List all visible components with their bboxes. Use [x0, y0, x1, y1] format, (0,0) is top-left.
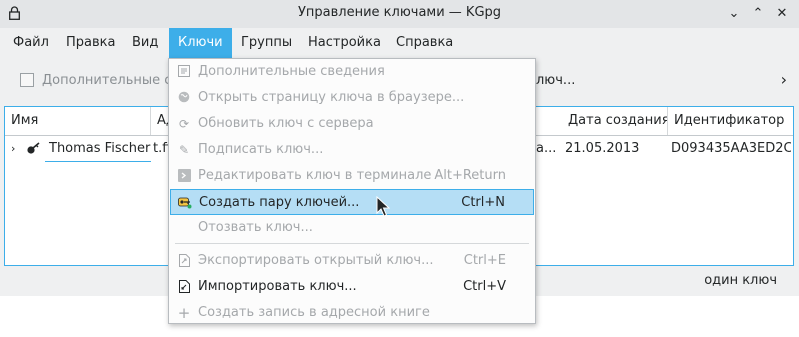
menu-bar: Файл Правка Вид Ключи Группы Настройка С… [0, 28, 799, 58]
menu-item-create-address-book-entry[interactable]: + Создать запись в адресной книге [170, 300, 534, 326]
menu-file[interactable]: Файл [4, 28, 58, 58]
menu-item-refresh-from-server[interactable]: ⟳ Обновить ключ с сервера [170, 111, 534, 137]
menu-item-sign-key[interactable]: ✎ Подписать ключ... [170, 137, 534, 163]
menu-separator [175, 243, 529, 244]
globe-icon [177, 91, 191, 105]
column-header-id[interactable]: Идентификатор [668, 107, 793, 135]
key-pair-icon [27, 142, 40, 154]
key-created-cell[interactable]: 21.05.2013 [565, 136, 665, 162]
title-bar: Управление ключами — KGpg ⌄ ⌃ ✕ [0, 0, 799, 28]
properties-icon [20, 73, 34, 87]
status-key-count: один ключ [704, 273, 777, 288]
terminal-icon [177, 169, 191, 183]
toolbar-generate-key-label: люч... [536, 73, 576, 88]
window-title: Управление ключами — KGpg [297, 5, 502, 20]
menu-item-generate-key-pair[interactable]: Создать пару ключей... Ctrl+N [170, 189, 534, 215]
toolbar-overflow-chevron-icon[interactable]: › [781, 70, 787, 89]
maximize-button[interactable]: ⌃ [747, 3, 769, 25]
toolbar-properties-label: Дополнительные све [42, 73, 188, 88]
export-icon [177, 254, 191, 268]
expand-chevron-icon[interactable]: › [11, 136, 21, 162]
menu-groups[interactable]: Группы [232, 28, 301, 58]
mouse-cursor-icon [376, 196, 390, 217]
column-header-created[interactable]: Дата создания [562, 107, 668, 135]
plus-icon: + [177, 304, 191, 322]
menu-item-open-in-browser[interactable]: Открыть страницу ключа в браузере... [170, 85, 534, 111]
close-button[interactable]: ✕ [771, 3, 793, 25]
toolbar-properties-button[interactable]: Дополнительные све [20, 70, 187, 92]
keys-dropdown-menu: Дополнительные сведения Открыть страницу… [168, 58, 536, 324]
column-header-name[interactable]: Имя [5, 107, 151, 135]
key-trust-cell[interactable]: a... [536, 136, 562, 162]
menu-edit[interactable]: Правка [57, 28, 124, 58]
key-pair-icon [178, 196, 192, 210]
import-icon [177, 280, 191, 294]
menu-keys[interactable]: Ключи [169, 28, 232, 58]
menu-item-export-public-key[interactable]: Экспортировать открытый ключ... Ctrl+E [170, 248, 534, 274]
menu-help[interactable]: Справка [387, 28, 462, 58]
properties-icon [177, 65, 191, 79]
toolbar-generate-key-button[interactable]: люч... [536, 70, 575, 92]
pen-icon: ✎ [178, 143, 190, 157]
menu-settings[interactable]: Настройка [299, 28, 390, 58]
menu-item-key-properties[interactable]: Дополнительные сведения [170, 59, 534, 85]
menu-view[interactable]: Вид [123, 28, 167, 58]
minimize-button[interactable]: ⌄ [723, 3, 745, 25]
key-id-cell[interactable]: D093435AA3ED2C... [671, 136, 791, 162]
menu-item-edit-in-terminal[interactable]: Редактировать ключ в терминале Alt+Retur… [170, 163, 534, 189]
refresh-icon: ⟳ [178, 117, 190, 131]
key-name-cell[interactable]: Thomas Fischer [45, 136, 151, 162]
menu-item-revoke-key[interactable]: Отозвать ключ... [170, 215, 534, 241]
menu-item-import-key[interactable]: Импортировать ключ... Ctrl+V [170, 274, 534, 300]
